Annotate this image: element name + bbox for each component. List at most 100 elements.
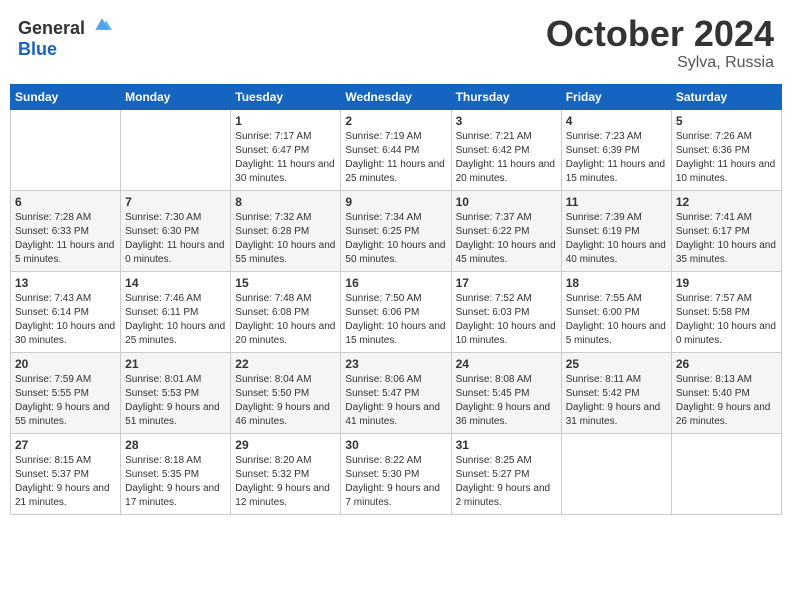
cell-content: Sunrise: 7:41 AM Sunset: 6:17 PM Dayligh…: [676, 211, 777, 267]
cell-content: Sunrise: 7:32 AM Sunset: 6:28 PM Dayligh…: [235, 211, 336, 267]
weekday-header-saturday: Saturday: [671, 84, 781, 109]
calendar-cell: 15 Sunrise: 7:48 AM Sunset: 6:08 PM Dayl…: [231, 271, 341, 352]
day-number: 18: [566, 276, 667, 290]
weekday-header-tuesday: Tuesday: [231, 84, 341, 109]
weekday-header-wednesday: Wednesday: [341, 84, 451, 109]
day-number: 20: [15, 357, 116, 371]
cell-content: Sunrise: 7:37 AM Sunset: 6:22 PM Dayligh…: [456, 211, 557, 267]
cell-content: Sunrise: 7:39 AM Sunset: 6:19 PM Dayligh…: [566, 211, 667, 267]
calendar-cell: 18 Sunrise: 7:55 AM Sunset: 6:00 PM Dayl…: [561, 271, 671, 352]
cell-content: Sunrise: 7:28 AM Sunset: 6:33 PM Dayligh…: [15, 211, 116, 267]
calendar-cell: 24 Sunrise: 8:08 AM Sunset: 5:45 PM Dayl…: [451, 352, 561, 433]
calendar-cell: [11, 109, 121, 190]
day-number: 11: [566, 195, 667, 209]
day-number: 19: [676, 276, 777, 290]
day-number: 14: [125, 276, 226, 290]
calendar-cell: 28 Sunrise: 8:18 AM Sunset: 5:35 PM Dayl…: [121, 433, 231, 514]
day-number: 7: [125, 195, 226, 209]
day-number: 17: [456, 276, 557, 290]
cell-content: Sunrise: 8:22 AM Sunset: 5:30 PM Dayligh…: [345, 454, 446, 510]
calendar-cell: 21 Sunrise: 8:01 AM Sunset: 5:53 PM Dayl…: [121, 352, 231, 433]
logo-icon: [92, 14, 112, 34]
calendar-cell: 31 Sunrise: 8:25 AM Sunset: 5:27 PM Dayl…: [451, 433, 561, 514]
day-number: 13: [15, 276, 116, 290]
day-number: 23: [345, 357, 446, 371]
day-number: 16: [345, 276, 446, 290]
day-number: 21: [125, 357, 226, 371]
day-number: 26: [676, 357, 777, 371]
cell-content: Sunrise: 7:34 AM Sunset: 6:25 PM Dayligh…: [345, 211, 446, 267]
calendar-cell: [121, 109, 231, 190]
day-number: 29: [235, 438, 336, 452]
calendar-cell: 2 Sunrise: 7:19 AM Sunset: 6:44 PM Dayli…: [341, 109, 451, 190]
calendar-cell: 11 Sunrise: 7:39 AM Sunset: 6:19 PM Dayl…: [561, 190, 671, 271]
calendar-cell: [561, 433, 671, 514]
calendar-cell: 16 Sunrise: 7:50 AM Sunset: 6:06 PM Dayl…: [341, 271, 451, 352]
cell-content: Sunrise: 7:46 AM Sunset: 6:11 PM Dayligh…: [125, 292, 226, 348]
cell-content: Sunrise: 7:59 AM Sunset: 5:55 PM Dayligh…: [15, 373, 116, 429]
calendar-cell: 1 Sunrise: 7:17 AM Sunset: 6:47 PM Dayli…: [231, 109, 341, 190]
calendar-cell: 12 Sunrise: 7:41 AM Sunset: 6:17 PM Dayl…: [671, 190, 781, 271]
cell-content: Sunrise: 7:52 AM Sunset: 6:03 PM Dayligh…: [456, 292, 557, 348]
cell-content: Sunrise: 8:11 AM Sunset: 5:42 PM Dayligh…: [566, 373, 667, 429]
day-number: 1: [235, 114, 336, 128]
header: General Blue October 2024 Sylva, Russia: [10, 10, 782, 76]
cell-content: Sunrise: 7:43 AM Sunset: 6:14 PM Dayligh…: [15, 292, 116, 348]
cell-content: Sunrise: 7:55 AM Sunset: 6:00 PM Dayligh…: [566, 292, 667, 348]
calendar-cell: 30 Sunrise: 8:22 AM Sunset: 5:30 PM Dayl…: [341, 433, 451, 514]
calendar-cell: 20 Sunrise: 7:59 AM Sunset: 5:55 PM Dayl…: [11, 352, 121, 433]
day-number: 28: [125, 438, 226, 452]
calendar-week-row: 6 Sunrise: 7:28 AM Sunset: 6:33 PM Dayli…: [11, 190, 782, 271]
day-number: 15: [235, 276, 336, 290]
cell-content: Sunrise: 7:50 AM Sunset: 6:06 PM Dayligh…: [345, 292, 446, 348]
logo-general-text: General: [18, 18, 85, 38]
calendar-cell: 25 Sunrise: 8:11 AM Sunset: 5:42 PM Dayl…: [561, 352, 671, 433]
calendar-cell: 6 Sunrise: 7:28 AM Sunset: 6:33 PM Dayli…: [11, 190, 121, 271]
day-number: 24: [456, 357, 557, 371]
calendar-cell: 5 Sunrise: 7:26 AM Sunset: 6:36 PM Dayli…: [671, 109, 781, 190]
day-number: 27: [15, 438, 116, 452]
calendar-cell: 10 Sunrise: 7:37 AM Sunset: 6:22 PM Dayl…: [451, 190, 561, 271]
month-title: October 2024: [546, 14, 774, 54]
calendar-cell: 29 Sunrise: 8:20 AM Sunset: 5:32 PM Dayl…: [231, 433, 341, 514]
location: Sylva, Russia: [546, 54, 774, 72]
logo-blue-text: Blue: [18, 39, 57, 59]
cell-content: Sunrise: 8:25 AM Sunset: 5:27 PM Dayligh…: [456, 454, 557, 510]
weekday-header-friday: Friday: [561, 84, 671, 109]
day-number: 8: [235, 195, 336, 209]
day-number: 5: [676, 114, 777, 128]
day-number: 10: [456, 195, 557, 209]
calendar-week-row: 1 Sunrise: 7:17 AM Sunset: 6:47 PM Dayli…: [11, 109, 782, 190]
title-block: October 2024 Sylva, Russia: [546, 14, 774, 72]
calendar-cell: 26 Sunrise: 8:13 AM Sunset: 5:40 PM Dayl…: [671, 352, 781, 433]
cell-content: Sunrise: 7:26 AM Sunset: 6:36 PM Dayligh…: [676, 130, 777, 186]
day-number: 9: [345, 195, 446, 209]
calendar-table: SundayMondayTuesdayWednesdayThursdayFrid…: [10, 84, 782, 515]
day-number: 12: [676, 195, 777, 209]
cell-content: Sunrise: 7:48 AM Sunset: 6:08 PM Dayligh…: [235, 292, 336, 348]
logo: General Blue: [18, 14, 112, 60]
calendar-cell: 9 Sunrise: 7:34 AM Sunset: 6:25 PM Dayli…: [341, 190, 451, 271]
calendar-week-row: 20 Sunrise: 7:59 AM Sunset: 5:55 PM Dayl…: [11, 352, 782, 433]
calendar-cell: 27 Sunrise: 8:15 AM Sunset: 5:37 PM Dayl…: [11, 433, 121, 514]
weekday-header-monday: Monday: [121, 84, 231, 109]
cell-content: Sunrise: 7:30 AM Sunset: 6:30 PM Dayligh…: [125, 211, 226, 267]
cell-content: Sunrise: 8:08 AM Sunset: 5:45 PM Dayligh…: [456, 373, 557, 429]
weekday-header-row: SundayMondayTuesdayWednesdayThursdayFrid…: [11, 84, 782, 109]
cell-content: Sunrise: 8:15 AM Sunset: 5:37 PM Dayligh…: [15, 454, 116, 510]
cell-content: Sunrise: 8:06 AM Sunset: 5:47 PM Dayligh…: [345, 373, 446, 429]
calendar-cell: 13 Sunrise: 7:43 AM Sunset: 6:14 PM Dayl…: [11, 271, 121, 352]
cell-content: Sunrise: 8:01 AM Sunset: 5:53 PM Dayligh…: [125, 373, 226, 429]
calendar-cell: 17 Sunrise: 7:52 AM Sunset: 6:03 PM Dayl…: [451, 271, 561, 352]
cell-content: Sunrise: 8:04 AM Sunset: 5:50 PM Dayligh…: [235, 373, 336, 429]
day-number: 25: [566, 357, 667, 371]
weekday-header-sunday: Sunday: [11, 84, 121, 109]
cell-content: Sunrise: 7:19 AM Sunset: 6:44 PM Dayligh…: [345, 130, 446, 186]
calendar-cell: 7 Sunrise: 7:30 AM Sunset: 6:30 PM Dayli…: [121, 190, 231, 271]
day-number: 3: [456, 114, 557, 128]
day-number: 6: [15, 195, 116, 209]
day-number: 22: [235, 357, 336, 371]
day-number: 2: [345, 114, 446, 128]
calendar-cell: 4 Sunrise: 7:23 AM Sunset: 6:39 PM Dayli…: [561, 109, 671, 190]
calendar-cell: 14 Sunrise: 7:46 AM Sunset: 6:11 PM Dayl…: [121, 271, 231, 352]
